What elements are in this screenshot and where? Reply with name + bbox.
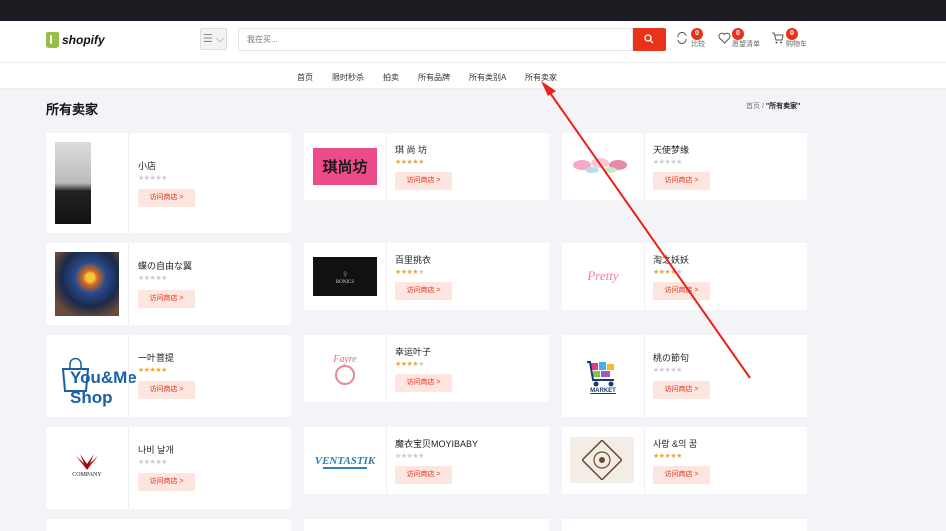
annotation-arrow [541, 81, 751, 379]
